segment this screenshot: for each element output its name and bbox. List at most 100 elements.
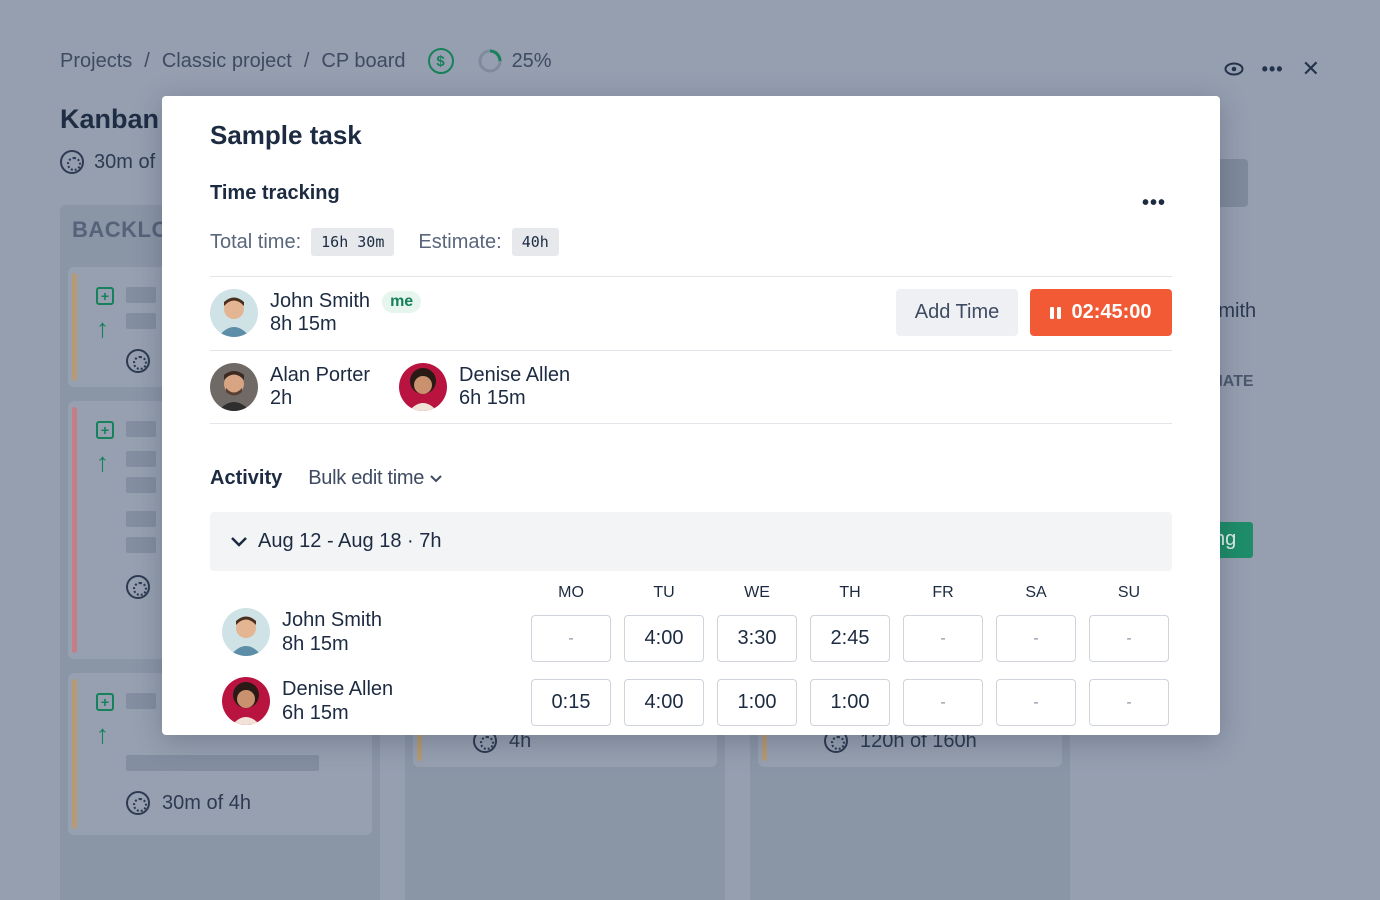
contributor-name: Denise Allen <box>459 364 571 386</box>
avatar-denise-allen <box>222 677 270 725</box>
card-time-meta: 30m of 4h <box>126 791 251 815</box>
row-time: 6h 15m <box>282 702 349 724</box>
placeholder-bar <box>126 421 156 437</box>
watch-eye-icon[interactable] <box>1224 62 1244 76</box>
day-su: SU <box>1117 584 1141 601</box>
time-cell[interactable]: 4:00 <box>624 679 704 726</box>
breadcrumb-cp-board[interactable]: CP board <box>321 50 405 73</box>
stopwatch-icon <box>126 791 150 815</box>
time-cell[interactable]: 2:45 <box>810 615 890 662</box>
arrow-up-icon: ↑ <box>96 313 109 343</box>
activity-header: Activity Bulk edit time <box>210 467 442 490</box>
time-totals: Total time: 16h 30m Estimate: 40h <box>210 228 583 256</box>
chevron-down-icon <box>430 474 442 482</box>
placeholder-bar <box>126 451 156 467</box>
row-name: Denise Allen <box>282 678 394 700</box>
time-cell[interactable]: - <box>531 615 611 662</box>
total-time-chip: 16h 30m <box>311 228 395 256</box>
priority-stripe <box>72 407 77 653</box>
breadcrumb: Projects / Classic project / CP board $ … <box>60 48 552 74</box>
time-cell[interactable]: 0:15 <box>531 679 611 726</box>
day-tu: TU <box>653 584 675 601</box>
avatar-alan-porter <box>210 363 258 411</box>
row-time: 8h 15m <box>282 633 349 655</box>
contributor-entry: Alan Porter 2h <box>210 363 370 411</box>
time-cell[interactable]: 3:30 <box>717 615 797 662</box>
time-cells-row: - 4:00 3:30 2:45 - - - <box>531 615 1169 662</box>
plus-icon: + <box>96 693 114 711</box>
placeholder-bar <box>126 537 156 553</box>
billable-dollar-icon[interactable]: $ <box>427 48 454 74</box>
day-we: WE <box>744 584 770 601</box>
contributor-time: 6h 15m <box>459 387 526 409</box>
me-badge: me <box>382 290 422 313</box>
placeholder-bar <box>126 511 156 527</box>
placeholder-bar <box>126 477 156 493</box>
contributor-time: 2h <box>270 387 293 409</box>
bulk-edit-dropdown[interactable]: Bulk edit time <box>308 467 442 490</box>
divider <box>210 350 1172 351</box>
avatar-denise-allen <box>399 363 447 411</box>
placeholder-bar <box>126 693 156 709</box>
page-subtitle: 30m of <box>60 150 155 174</box>
day-fr: FR <box>932 584 954 601</box>
time-cell[interactable]: - <box>903 679 983 726</box>
estimate-chip[interactable]: 40h <box>511 228 559 256</box>
section-title: Time tracking <box>210 182 340 204</box>
day-th: TH <box>839 584 861 601</box>
progress-ring-icon <box>478 49 502 73</box>
divider <box>210 423 1172 424</box>
week-group-toggle[interactable]: Aug 12 - Aug 18 · 7h <box>210 512 1172 571</box>
activity-row-person: Denise Allen 6h 15m <box>222 677 393 725</box>
priority-stripe <box>72 273 77 381</box>
time-cell[interactable]: - <box>1089 679 1169 726</box>
user-time: 8h 15m <box>270 313 337 335</box>
contributor-name: Alan Porter <box>270 364 371 386</box>
avatar-john-smith <box>210 289 258 337</box>
time-cell[interactable]: 1:00 <box>810 679 890 726</box>
weekday-header: MO TU WE TH FR SA SU <box>531 584 1169 602</box>
breadcrumb-classic-project[interactable]: Classic project <box>162 50 292 73</box>
placeholder-bar <box>126 313 156 329</box>
activity-label: Activity <box>210 467 283 489</box>
time-cell[interactable]: - <box>1089 615 1169 662</box>
chevron-down-icon <box>231 536 247 547</box>
plus-icon: + <box>96 421 114 439</box>
time-cell[interactable]: 4:00 <box>624 615 704 662</box>
day-sa: SA <box>1025 584 1047 601</box>
day-mo: MO <box>558 584 584 601</box>
avatar-john-smith <box>222 608 270 656</box>
stopwatch-icon <box>126 575 150 599</box>
activity-row-person: John Smith 8h 15m <box>222 608 382 656</box>
current-user-entry: John Smith me 8h 15m <box>210 289 422 337</box>
row-name: John Smith <box>282 609 383 631</box>
timer-stop-button[interactable]: 02:45:00 <box>1030 289 1172 336</box>
add-time-button[interactable]: Add Time <box>896 289 1018 336</box>
time-cell[interactable]: 1:00 <box>717 679 797 726</box>
time-cell[interactable]: - <box>996 615 1076 662</box>
more-options-icon[interactable]: ••• <box>1142 192 1166 215</box>
task-modal: Sample task Time tracking ••• Total time… <box>162 96 1220 735</box>
plus-icon: + <box>96 287 114 305</box>
contributor-entry: Denise Allen 6h 15m <box>399 363 570 411</box>
top-actions: ••• ✕ <box>1224 56 1320 82</box>
breadcrumb-projects[interactable]: Projects <box>60 50 132 73</box>
time-cell[interactable]: - <box>903 615 983 662</box>
arrow-up-icon: ↑ <box>96 447 109 477</box>
stopwatch-icon <box>126 349 150 373</box>
time-cells-row: 0:15 4:00 1:00 1:00 - - - <box>531 679 1169 726</box>
close-icon[interactable]: ✕ <box>1302 56 1320 82</box>
placeholder-bar <box>126 755 319 771</box>
time-cell[interactable]: - <box>996 679 1076 726</box>
placeholder-bar <box>126 287 156 303</box>
user-name: John Smith <box>270 290 371 312</box>
pause-icon <box>1050 306 1062 319</box>
week-label: Aug 12 - Aug 18 · 7h <box>258 530 442 552</box>
arrow-up-icon: ↑ <box>96 719 109 749</box>
divider <box>210 276 1172 277</box>
modal-title: Sample task <box>210 120 362 150</box>
more-options-icon[interactable]: ••• <box>1262 59 1284 80</box>
priority-stripe <box>72 679 77 829</box>
stopwatch-icon <box>60 150 84 174</box>
progress-percent: 25% <box>511 49 552 72</box>
